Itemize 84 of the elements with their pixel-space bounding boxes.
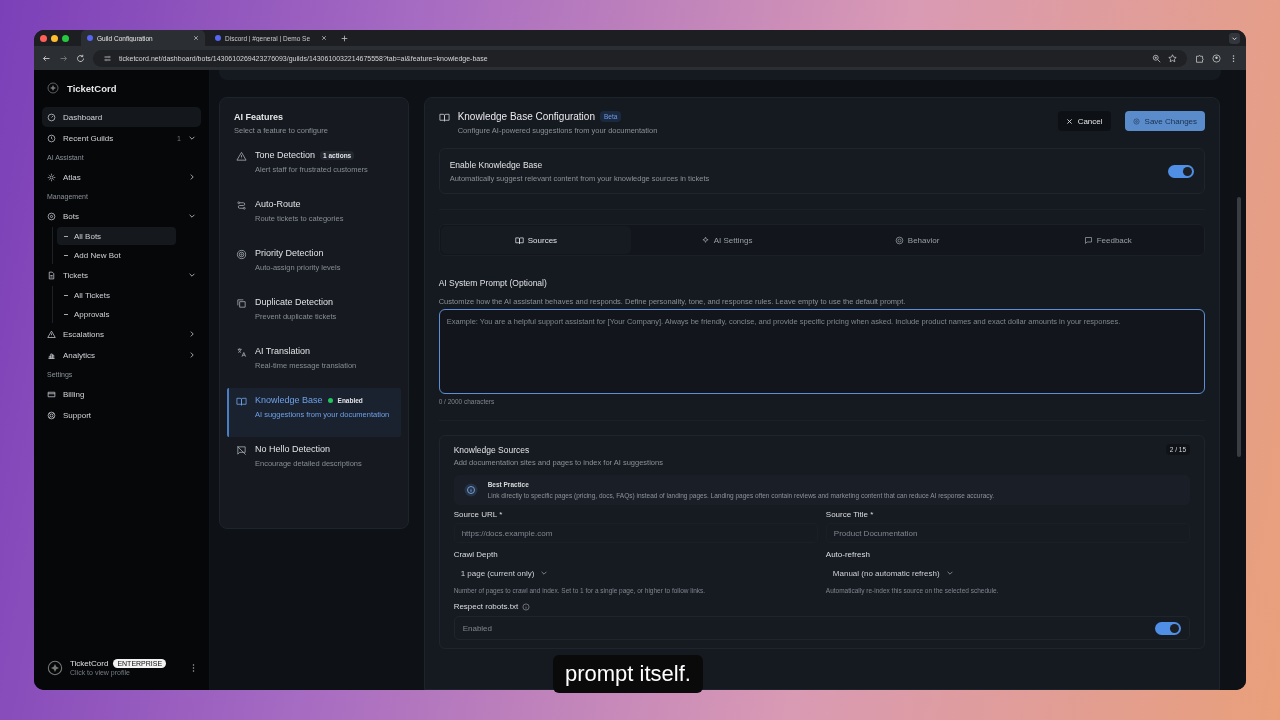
sun-icon [47,172,56,182]
crossed-chat-icon [236,445,247,456]
field-label: Respect robots.txt [453,602,519,611]
credit-card-icon [47,389,56,399]
info-icon [463,483,478,497]
target-icon [894,235,904,245]
logo-icon [47,659,63,676]
save-changes-button[interactable]: Save Changes [1124,111,1206,131]
toggle-switch[interactable] [1155,621,1182,635]
clock-icon [47,133,56,143]
warning-icon [47,329,56,339]
video-caption: prompt itself. [553,655,703,693]
nav-item[interactable]: Tickets [42,265,201,285]
field-label: Source Title * [825,510,875,519]
auto-refresh-dropdown[interactable]: Manual (no automatic refresh) [825,563,961,583]
forward-arrow-icon[interactable] [59,53,68,63]
logo-icon [47,82,59,94]
extensions-icon[interactable] [1195,53,1204,63]
translate-icon [236,347,247,358]
book-icon [236,396,247,407]
close-window-button[interactable] [40,34,47,42]
source-url-field[interactable]: https://docs.example.com [453,523,818,543]
zoom-window-button[interactable] [62,34,69,42]
close-icon [1065,117,1073,125]
target-icon [236,249,247,260]
more-options-icon[interactable] [191,662,196,673]
nav-item[interactable]: Escalations [42,324,201,344]
zoom-icon[interactable] [1152,53,1161,63]
field-label: Crawl Depth [453,550,499,559]
sparkle-icon [700,235,710,245]
source-title-field[interactable]: Product Documentation [825,523,1191,543]
field-label: Auto-refresh [825,550,871,559]
tab[interactable]: AI Settings [631,226,822,254]
nav-item[interactable]: Analytics [42,345,201,365]
info-icon [522,602,531,611]
book-icon [438,112,450,123]
nav-subitem[interactable]: All Bots [57,227,176,245]
close-icon[interactable] [193,35,199,41]
scrollbar-thumb[interactable] [1237,197,1241,457]
nav-item[interactable]: Atlas [42,167,201,187]
nav-item[interactable]: Dashboard [42,107,201,127]
panel-title: AI Features [233,112,285,122]
reload-icon[interactable] [76,53,85,63]
nav-subitem[interactable]: All Tickets [57,286,176,304]
chevron-down-icon [945,569,954,577]
cancel-button[interactable]: Cancel [1057,111,1111,131]
site-settings-icon[interactable] [103,53,112,63]
field-label: AI System Prompt (Optional) [438,278,548,288]
toggle-switch[interactable] [1168,164,1195,178]
back-arrow-icon[interactable] [42,53,51,63]
bar-chart-icon [47,350,56,360]
document-icon [47,270,56,280]
minimize-window-button[interactable] [51,34,58,42]
nav-item[interactable]: Bots [42,206,201,226]
field-label: Source URL * [453,510,504,519]
section-title: Knowledge Sources [453,444,530,455]
tab[interactable]: Behavior [821,226,1013,254]
gear-icon [47,211,56,221]
nav-subitem[interactable]: Add New Bot [57,246,176,264]
brand-name: TicketCord [67,82,117,94]
nav-item[interactable]: Support [42,405,201,425]
toggle-state: Enabled [462,623,492,633]
tab[interactable]: Feedback [1012,226,1203,254]
warning-icon [236,151,247,162]
copy-icon [236,298,247,309]
book-icon [514,235,524,245]
crawl-depth-dropdown[interactable]: 1 page (current only) [453,563,556,583]
tab[interactable]: Sources [440,226,632,254]
nav-subitem[interactable]: Approvals [57,305,176,323]
new-tab-icon[interactable] [341,34,348,42]
profile-icon[interactable] [1212,53,1221,63]
gauge-icon [47,112,56,122]
route-icon [236,200,247,211]
profile-name: TicketCord [70,659,109,668]
close-icon[interactable] [321,35,327,41]
configuration-title: Knowledge Base Configuration [457,111,595,122]
lifebuoy-icon [47,410,56,420]
nav-item[interactable]: Billing [42,384,201,404]
star-icon[interactable] [1168,53,1177,63]
message-icon [1083,235,1093,245]
chevron-down-icon[interactable] [1229,32,1240,44]
chevron-down-icon [540,569,549,577]
setting-label: Enable Knowledge Base [449,159,544,170]
gear-icon [1132,117,1140,125]
